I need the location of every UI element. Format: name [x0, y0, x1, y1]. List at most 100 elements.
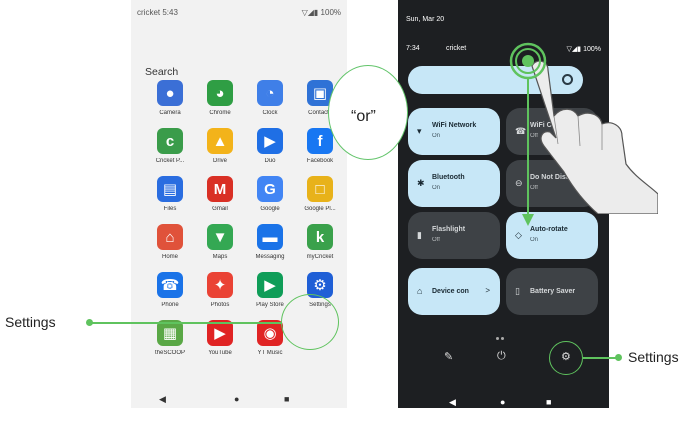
facebook-icon: f [307, 128, 333, 154]
camera-icon: ● [157, 80, 183, 106]
status-indicators: ▽◢▮ 100% [566, 46, 601, 53]
settings-callout-right: Settings [628, 349, 679, 365]
callout-dot [86, 319, 93, 326]
app-camera[interactable]: ● Camera [143, 80, 197, 116]
date-label: Sun, Mar 20 [406, 16, 445, 23]
app-drive[interactable]: ▲ Drive [193, 128, 247, 164]
app-label: Duo [264, 158, 276, 164]
tile-title: Flashlight [432, 226, 466, 233]
app-youtube[interactable]: ▶ YouTube [193, 320, 247, 356]
tile-bluetooth[interactable]: ✱ Bluetooth On [408, 160, 500, 207]
tile-state: Off [432, 237, 440, 243]
home-icon[interactable]: ● [234, 394, 239, 404]
files-icon: ▤ [157, 176, 183, 202]
app-label: Maps [212, 254, 228, 260]
tile-title: Battery Saver [530, 288, 576, 295]
back-icon[interactable]: ◀ [159, 394, 166, 405]
tile-state: On [432, 133, 441, 139]
recents-icon[interactable]: ■ [284, 394, 289, 404]
chevron-right-icon: > [485, 286, 490, 295]
tile-flashlight[interactable]: ▮ Flashlight Off [408, 212, 500, 259]
app-home[interactable]: ⌂ Home [143, 224, 197, 260]
google-play-icon: □ [307, 176, 333, 202]
tile-title: Device con [432, 288, 469, 295]
mycricket-icon: k [307, 224, 333, 250]
settings-highlight-ring [281, 294, 339, 350]
app-google-play[interactable]: □ Google Pl... [293, 176, 347, 212]
messaging-icon: ▬ [257, 224, 283, 250]
callout-dot [615, 354, 622, 361]
app-label: Drive [212, 158, 227, 164]
chrome-icon: ◕ [207, 80, 233, 106]
phone-icon: ☎ [157, 272, 183, 298]
play-store-icon: ▶ [257, 272, 283, 298]
power-icon[interactable]: ⏻ [497, 350, 506, 363]
app-phone[interactable]: ☎ Phone [143, 272, 197, 308]
app-label: Chrome [209, 110, 231, 116]
duo-icon: ▶ [257, 128, 283, 154]
tile-wifi[interactable]: ▾ WiFi Network On [408, 108, 500, 155]
instruction-figure: cricket 5:43 ▽◢▮ 100% Search ● Camera ◕ Chr… [0, 0, 700, 421]
status-carrier-time: cricket 5:43 [137, 8, 178, 17]
battery-saver-icon: ▯ [515, 286, 520, 296]
carrier-label: cricket [446, 45, 467, 52]
app-label: Gmail [212, 206, 228, 212]
status-bar: cricket 5:43 ▽◢▮ 100% [131, 0, 347, 22]
app-clock[interactable]: ◔ Clock [243, 80, 297, 116]
tile-device-controls[interactable]: ⌂ Device con > [408, 268, 500, 315]
home-icon[interactable]: ● [500, 397, 505, 407]
maps-icon: ▼ [207, 224, 233, 250]
recents-icon[interactable]: ■ [546, 397, 551, 407]
app-photos[interactable]: ✦ Photos [193, 272, 247, 308]
callout-line [583, 357, 619, 359]
tile-state: On [432, 185, 441, 191]
app-label: YouTube [208, 350, 232, 356]
time-label: 7:34 [406, 45, 420, 52]
swipe-down-arrow [509, 42, 547, 226]
cricket-p-icon: c [157, 128, 183, 154]
app-google[interactable]: G Google [243, 176, 297, 212]
app-label: Photos [210, 302, 230, 308]
app-maps[interactable]: ▼ Maps [193, 224, 247, 260]
flashlight-icon: ▮ [417, 230, 422, 240]
device-controls-icon: ⌂ [417, 286, 423, 296]
or-text: “or” [351, 108, 376, 125]
bluetooth-icon: ✱ [417, 178, 425, 188]
app-label: Facebook [306, 158, 334, 164]
app-messaging[interactable]: ▬ Messaging [243, 224, 297, 260]
app-label: Google Pl... [304, 206, 336, 212]
app-label: YT Music [257, 350, 283, 356]
auto-rotate-icon: ◇ [515, 230, 522, 240]
app-files[interactable]: ▤ Files [143, 176, 197, 212]
app-thescoop[interactable]: ▦ theSCOOP [143, 320, 197, 356]
yt-music-icon: ◉ [257, 320, 283, 346]
app-label: Google [260, 206, 280, 212]
settings-highlight-ring [549, 341, 583, 375]
app-duo[interactable]: ▶ Duo [243, 128, 297, 164]
app-label: myCricket [306, 254, 334, 260]
app-label: theSCOOP [154, 350, 185, 356]
app-mycricket[interactable]: k myCricket [293, 224, 347, 260]
app-label: Messaging [255, 254, 285, 260]
app-gmail[interactable]: M Gmail [193, 176, 247, 212]
edit-icon[interactable]: ✎ [444, 350, 453, 363]
wifi-icon: ▾ [417, 126, 422, 136]
home-icon: ⌂ [157, 224, 183, 250]
back-icon[interactable]: ◀ [449, 397, 456, 408]
tile-battery-saver[interactable]: ▯ Battery Saver [506, 268, 598, 315]
tile-title: Bluetooth [432, 174, 465, 181]
gmail-icon: M [207, 176, 233, 202]
app-label: Clock [262, 110, 278, 116]
search-label[interactable]: Search [145, 66, 178, 78]
app-label: Camera [159, 110, 181, 116]
callout-line [92, 322, 282, 324]
photos-icon: ✦ [207, 272, 233, 298]
google-icon: G [257, 176, 283, 202]
drive-icon: ▲ [207, 128, 233, 154]
status-indicators: ▽◢▮ 100% [301, 8, 341, 17]
navigation-bar: ◀ ● ■ [131, 394, 347, 408]
tile-state: On [530, 237, 539, 243]
app-label: Cricket P... [155, 158, 185, 164]
app-cricket-p[interactable]: c Cricket P... [143, 128, 197, 164]
app-chrome[interactable]: ◕ Chrome [193, 80, 247, 116]
